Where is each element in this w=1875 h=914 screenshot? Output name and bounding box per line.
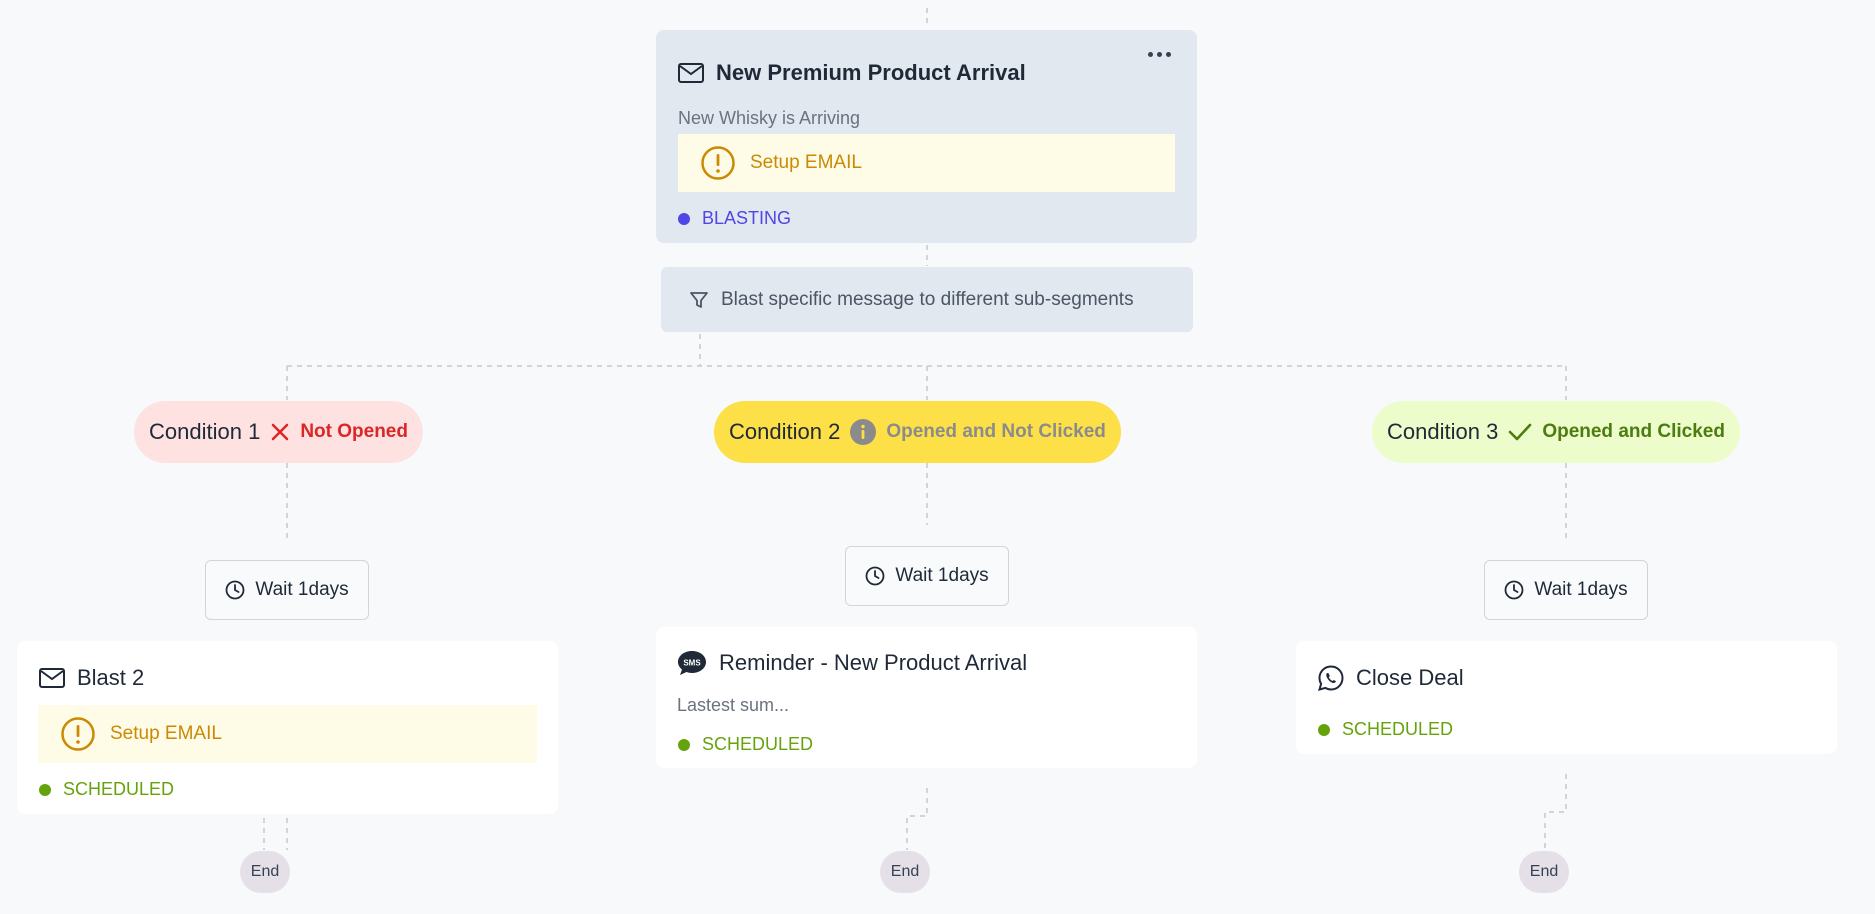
check-icon bbox=[1509, 423, 1532, 441]
end-node-2[interactable]: End bbox=[880, 851, 930, 893]
wait-step-1[interactable]: Wait 1days bbox=[205, 560, 369, 620]
warning-label: Setup EMAIL bbox=[750, 152, 862, 173]
warning-icon bbox=[61, 717, 95, 751]
setup-email-warning[interactable]: Setup EMAIL bbox=[678, 134, 1175, 192]
status-dot bbox=[1318, 723, 1330, 736]
condition-1-tag: Not Opened bbox=[300, 421, 408, 442]
blast-2-card[interactable]: Blast 2 Setup EMAIL SCHEDULED bbox=[17, 641, 558, 814]
condition-2-pill[interactable]: Condition 2 Opened and Not Clicked bbox=[714, 401, 1121, 463]
email-step-card[interactable]: New Premium Product Arrival New Whisky i… bbox=[656, 30, 1197, 243]
status-dot bbox=[678, 212, 690, 225]
status-label: SCHEDULED bbox=[702, 734, 814, 754]
wait-label: Wait 1days bbox=[1534, 579, 1628, 600]
condition-2-label: Condition 2 bbox=[729, 419, 841, 444]
mail-icon bbox=[678, 63, 704, 83]
close-deal-header: Close Deal bbox=[1318, 665, 1464, 691]
end-node-1[interactable]: End bbox=[240, 851, 290, 893]
condition-3-pill[interactable]: Condition 3 Opened and Clicked bbox=[1372, 401, 1740, 463]
clock-icon bbox=[225, 580, 245, 600]
condition-1-label: Condition 1 bbox=[149, 419, 261, 444]
filter-label: Blast specific message to different sub-… bbox=[721, 288, 1134, 310]
more-options-icon[interactable] bbox=[1148, 52, 1171, 57]
sms-reminder-title: Reminder - New Product Arrival bbox=[719, 650, 1028, 675]
status-dot bbox=[678, 738, 690, 751]
setup-email-warning[interactable]: Setup EMAIL bbox=[38, 705, 537, 763]
sms-reminder-subtitle: Lastest sum... bbox=[677, 695, 790, 715]
status-badge: BLASTING bbox=[678, 208, 791, 229]
wait-label: Wait 1days bbox=[895, 565, 989, 586]
condition-2-tag: Opened and Not Clicked bbox=[886, 421, 1106, 442]
email-step-header: New Premium Product Arrival bbox=[678, 60, 1026, 86]
segment-filter[interactable]: Blast specific message to different sub-… bbox=[661, 267, 1193, 332]
close-deal-card[interactable]: Close Deal SCHEDULED bbox=[1296, 641, 1837, 754]
mail-icon bbox=[39, 668, 65, 688]
status-label: BLASTING bbox=[702, 208, 792, 228]
close-deal-title: Close Deal bbox=[1356, 665, 1464, 690]
info-icon bbox=[850, 419, 877, 445]
sms-reminder-header: SMS Reminder - New Product Arrival bbox=[677, 650, 1027, 676]
warning-label: Setup EMAIL bbox=[110, 723, 222, 744]
sms-reminder-card[interactable]: SMS Reminder - New Product Arrival Laste… bbox=[656, 627, 1197, 768]
clock-icon bbox=[865, 566, 885, 586]
status-label: SCHEDULED bbox=[1342, 719, 1454, 739]
condition-3-label: Condition 3 bbox=[1387, 419, 1499, 444]
wait-step-3[interactable]: Wait 1days bbox=[1484, 560, 1648, 620]
wait-step-2[interactable]: Wait 1days bbox=[845, 546, 1009, 606]
status-badge: SCHEDULED bbox=[39, 779, 174, 800]
wait-label: Wait 1days bbox=[255, 579, 349, 600]
end-node-3[interactable]: End bbox=[1519, 851, 1569, 893]
email-step-subtitle: New Whisky is Arriving bbox=[678, 108, 861, 128]
blast-2-title: Blast 2 bbox=[77, 665, 145, 690]
funnel-icon bbox=[690, 291, 708, 308]
status-badge: SCHEDULED bbox=[678, 734, 813, 755]
x-icon bbox=[272, 423, 289, 441]
status-dot bbox=[39, 783, 51, 796]
condition-3-tag: Opened and Clicked bbox=[1542, 421, 1725, 442]
email-step-title: New Premium Product Arrival bbox=[716, 60, 1026, 85]
blast-2-header: Blast 2 bbox=[39, 665, 144, 691]
svg-text:SMS: SMS bbox=[683, 659, 701, 668]
condition-1-pill[interactable]: Condition 1 Not Opened bbox=[134, 401, 423, 463]
sms-icon: SMS bbox=[678, 651, 706, 675]
status-badge: SCHEDULED bbox=[1318, 719, 1453, 740]
warning-icon bbox=[701, 146, 735, 180]
status-label: SCHEDULED bbox=[63, 779, 175, 799]
clock-icon bbox=[1504, 580, 1524, 600]
whatsapp-icon bbox=[1318, 665, 1344, 691]
